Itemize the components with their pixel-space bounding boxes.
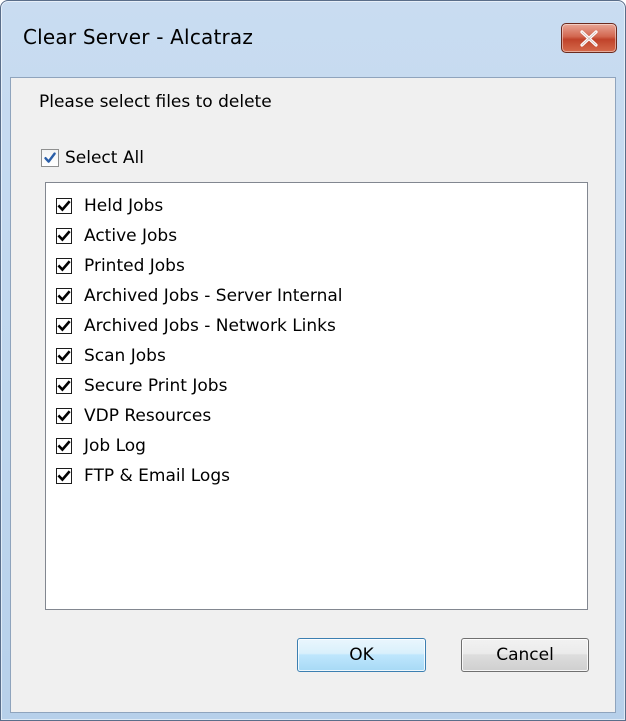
list-item[interactable]: Archived Jobs - Network Links (56, 311, 336, 341)
list-item[interactable]: Archived Jobs - Server Internal (56, 281, 342, 311)
cancel-button[interactable]: Cancel (461, 638, 589, 672)
item-label: Printed Jobs (84, 256, 185, 276)
item-label: FTP & Email Logs (84, 466, 230, 486)
checkmark-icon (57, 410, 71, 422)
item-checkbox[interactable] (56, 318, 72, 334)
checkmark-icon (57, 350, 71, 362)
close-button[interactable] (561, 23, 617, 53)
item-checkbox[interactable] (56, 198, 72, 214)
list-item[interactable]: Active Jobs (56, 221, 177, 251)
window-title: Clear Server - Alcatraz (23, 25, 254, 49)
list-item[interactable]: Held Jobs (56, 191, 163, 221)
item-label: VDP Resources (84, 406, 212, 426)
item-checkbox[interactable] (56, 258, 72, 274)
item-checkbox[interactable] (56, 438, 72, 454)
checkmark-icon (57, 440, 71, 452)
list-item[interactable]: Job Log (56, 431, 146, 461)
checkmark-icon (57, 200, 71, 212)
close-x-icon (580, 30, 598, 47)
item-checkbox[interactable] (56, 468, 72, 484)
list-item[interactable]: VDP Resources (56, 401, 211, 431)
checkmark-icon (57, 230, 71, 242)
checkmark-icon (57, 380, 71, 392)
dialog-body: Please select files to delete Select All… (10, 77, 616, 713)
checkmark-icon (57, 260, 71, 272)
dialog-window: Clear Server - Alcatraz Please select fi… (0, 0, 626, 721)
item-label: Scan Jobs (84, 346, 166, 366)
checkmark-icon (57, 470, 71, 482)
item-checkbox[interactable] (56, 378, 72, 394)
file-type-list[interactable]: Held Jobs Active Jobs Printed Jobs Archived… (45, 182, 588, 610)
list-item[interactable]: Printed Jobs (56, 251, 185, 281)
item-label: Archived Jobs - Network Links (84, 316, 336, 336)
item-label: Archived Jobs - Server Internal (84, 286, 343, 306)
title-bar[interactable]: Clear Server - Alcatraz (1, 1, 625, 77)
instruction-text: Please select files to delete (39, 92, 272, 112)
item-checkbox[interactable] (56, 408, 72, 424)
list-item[interactable]: Secure Print Jobs (56, 371, 227, 401)
item-label: Secure Print Jobs (84, 376, 228, 396)
item-label: Active Jobs (84, 226, 178, 246)
checkmark-icon (57, 290, 71, 302)
item-checkbox[interactable] (56, 228, 72, 244)
item-checkbox[interactable] (56, 348, 72, 364)
select-all-check-box[interactable] (41, 149, 59, 167)
item-label: Held Jobs (84, 196, 164, 216)
list-item[interactable]: Scan Jobs (56, 341, 166, 371)
select-all-label: Select All (65, 148, 144, 168)
checkmark-icon (57, 320, 71, 332)
checkmark-icon (44, 152, 56, 163)
select-all-checkbox[interactable]: Select All (41, 148, 144, 168)
item-label: Job Log (84, 436, 146, 456)
item-checkbox[interactable] (56, 288, 72, 304)
ok-button[interactable]: OK (297, 638, 426, 672)
list-item[interactable]: FTP & Email Logs (56, 461, 230, 491)
